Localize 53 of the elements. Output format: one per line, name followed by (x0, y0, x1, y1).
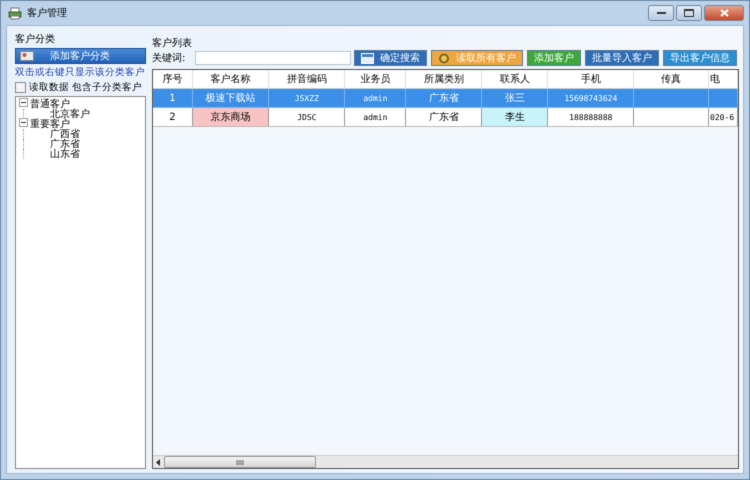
grip-icon (236, 460, 244, 464)
collapse-icon[interactable] (19, 98, 28, 110)
column-header[interactable]: 业务员 (344, 70, 406, 88)
column-header[interactable]: 客户名称 (192, 70, 269, 88)
column-header[interactable]: 序号 (153, 70, 192, 88)
maximize-button[interactable] (676, 5, 702, 21)
minimize-icon (656, 11, 666, 15)
table-cell: 2 (153, 108, 192, 126)
table-cell: 京东商场 (192, 108, 269, 126)
table-cell: JDSC (268, 108, 345, 126)
horizontal-scrollbar[interactable] (153, 455, 738, 468)
toolbar-button[interactable]: 导出客户信息 (663, 50, 737, 66)
column-header[interactable]: 手机 (548, 70, 634, 88)
table-cell: admin (344, 88, 406, 108)
column-header[interactable]: 拼音编码 (268, 70, 345, 88)
checkbox-label: 读取数据 (29, 81, 69, 94)
card-icon (20, 51, 34, 61)
close-button[interactable] (704, 5, 744, 21)
group-label: 客户分类 (15, 32, 56, 46)
table-cell: 广东省 (406, 88, 482, 108)
printer-icon (8, 6, 22, 20)
minimize-button[interactable] (648, 5, 674, 21)
close-icon (720, 9, 728, 17)
maximize-icon (684, 9, 694, 17)
collapse-icon[interactable] (19, 118, 28, 130)
tree-item[interactable]: 山东省 (50, 147, 80, 161)
table-cell: 张三 (482, 88, 548, 108)
scroll-left-icon[interactable] (156, 458, 161, 466)
table-cell: 15698743624 (548, 88, 634, 108)
table-cell: 1 (153, 88, 192, 108)
table-cell: admin (344, 108, 406, 126)
window-icon (361, 52, 374, 64)
group-label: 客户列表 (152, 36, 193, 50)
table-cell: 020-6 (708, 108, 738, 126)
table-cell: 188888888 (548, 108, 634, 126)
add-category-button[interactable]: 添加客户分类 (15, 48, 146, 64)
column-header[interactable]: 联系人 (482, 70, 548, 88)
keyword-field[interactable] (195, 51, 351, 65)
table-cell: JSXZZ (268, 88, 345, 108)
window-title: 客户管理 (27, 6, 67, 20)
toolbar-button[interactable]: 确定搜索 (354, 50, 427, 66)
table-cell: 极速下载站 (192, 88, 269, 108)
table-cell: 广东省 (406, 108, 482, 126)
checkbox[interactable] (15, 82, 26, 93)
column-header[interactable]: 传真 (634, 70, 709, 88)
coins-icon (438, 52, 450, 64)
column-header[interactable]: 所属类别 (406, 70, 482, 88)
hint-text: 双击或右键只显示该分类客户 (15, 66, 146, 79)
column-header[interactable]: 电 (708, 70, 738, 88)
keyword-label: 关键词: (152, 52, 186, 65)
include-subcategory-text: 包含子分类客户 (72, 81, 142, 94)
toolbar-button[interactable]: 批量导入客户 (585, 50, 659, 66)
table-cell: 李生 (482, 108, 548, 126)
